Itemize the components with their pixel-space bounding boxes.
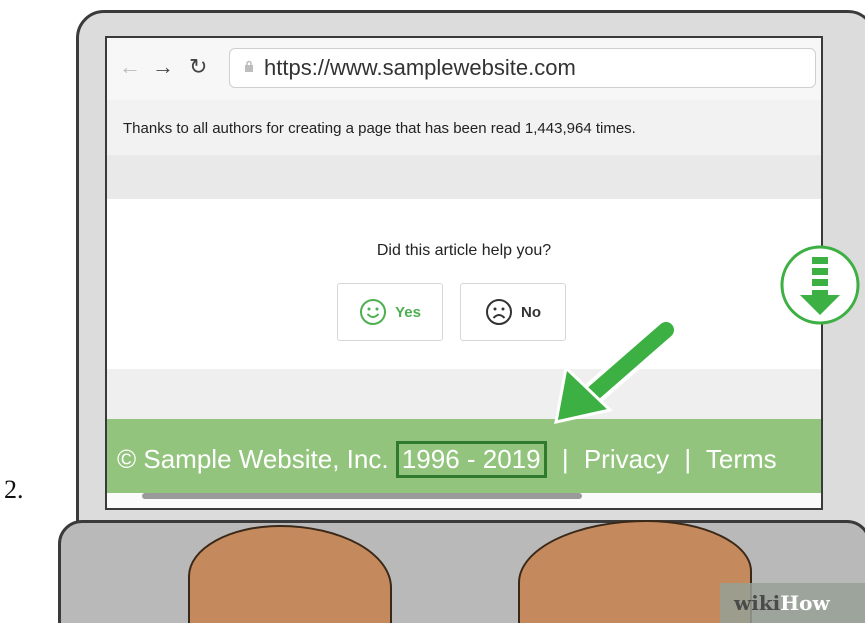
section-divider-2 bbox=[107, 369, 821, 419]
address-bar[interactable]: https://www.samplewebsite.com bbox=[229, 48, 816, 88]
no-label: No bbox=[521, 303, 541, 321]
section-divider bbox=[107, 155, 821, 199]
smiley-icon bbox=[360, 299, 387, 325]
privacy-link[interactable]: Privacy bbox=[584, 444, 669, 474]
back-arrow-icon[interactable]: ← bbox=[119, 54, 141, 80]
terms-link[interactable]: Terms bbox=[706, 444, 777, 474]
laptop-illustration: ← → ↻ https://www.samplewebsite.com Than… bbox=[48, 0, 865, 623]
footer-separator: | bbox=[684, 444, 692, 474]
lock-icon bbox=[245, 60, 253, 72]
read-count-text: Thanks to all authors for creating a pag… bbox=[123, 120, 636, 137]
site-footer: © Sample Website, Inc. 1996 - 2019 | Pri… bbox=[107, 419, 821, 493]
reload-icon[interactable]: ↻ bbox=[189, 54, 207, 80]
footer-separator: | bbox=[561, 444, 569, 474]
step-number: 2. bbox=[4, 475, 24, 504]
scroll-down-icon bbox=[780, 245, 860, 325]
horizontal-scrollbar[interactable] bbox=[142, 493, 582, 499]
wikihow-watermark: wikiHow bbox=[720, 583, 865, 623]
copyright-text: © Sample Website, Inc. bbox=[117, 444, 389, 474]
browser-window: ← → ↻ https://www.samplewebsite.com Than… bbox=[105, 36, 823, 510]
frown-icon bbox=[486, 299, 512, 325]
yes-label: Yes bbox=[395, 303, 421, 321]
forward-arrow-icon[interactable]: → bbox=[152, 54, 174, 80]
yes-button[interactable]: Yes bbox=[337, 283, 443, 341]
footer-text: © Sample Website, Inc. 1996 - 2019 | Pri… bbox=[117, 441, 777, 478]
feedback-question: Did this article help you? bbox=[376, 242, 552, 259]
browser-toolbar: ← → ↻ https://www.samplewebsite.com bbox=[107, 38, 821, 100]
url-text: https://www.samplewebsite.com bbox=[264, 55, 576, 80]
copyright-years-highlight: 1996 - 2019 bbox=[395, 441, 547, 478]
pointer-arrow-icon bbox=[554, 320, 678, 424]
read-count-banner: Thanks to all authors for creating a pag… bbox=[107, 100, 821, 155]
feedback-section: Did this article help you? Yes No bbox=[107, 199, 821, 369]
